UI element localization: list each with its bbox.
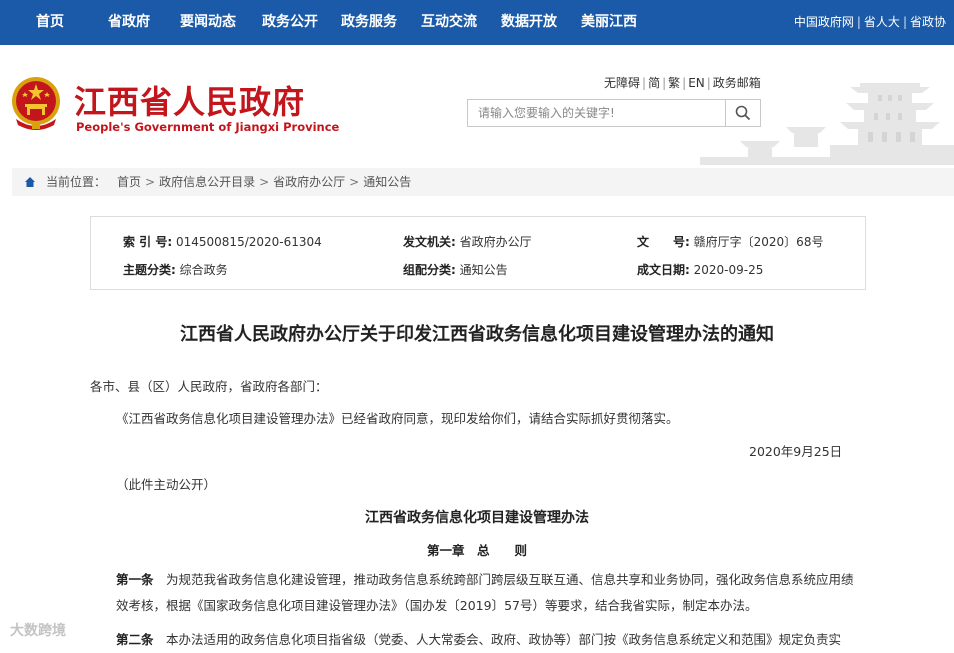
link-traditional[interactable]: 繁 [668, 76, 680, 90]
doc-date: 2020年9月25日 [749, 444, 843, 459]
site-title[interactable]: 江西省人民政府 [74, 77, 305, 123]
article-2-label: 第二条 [116, 632, 154, 647]
location-home-icon [25, 177, 35, 187]
nav-item-beautiful-jiangxi[interactable]: 美丽江西 [581, 0, 637, 45]
meta-category: 组配分类: 通知公告 [403, 261, 508, 278]
national-emblem-icon [12, 77, 60, 130]
document-meta: 索 引 号: 014500815/2020-61304 发文机关: 省政府办公厅… [90, 216, 866, 290]
meta-category-label: 组配分类: [403, 263, 456, 277]
separator: | [856, 15, 861, 29]
link-provincial-cppcc[interactable]: 省政协 [910, 15, 946, 29]
watermark-text: 大数跨境 [10, 623, 66, 639]
site-header: 江西省人民政府 People's Government of Jiangxi P… [0, 45, 954, 165]
nav-item-open-data[interactable]: 数据开放 [501, 0, 557, 45]
search-input[interactable] [468, 100, 726, 126]
site-subtitle: People's Government of Jiangxi Province [76, 120, 340, 134]
doc-salutation: 各市、县（区）人民政府，省政府各部门： [90, 379, 328, 394]
meta-date-label: 成文日期: [637, 263, 690, 277]
meta-topic-value: 综合政务 [179, 263, 228, 277]
meta-date-value: 2020-09-25 [693, 263, 764, 277]
separator: | [662, 76, 667, 90]
document-title: 江西省人民政府办公厅关于印发江西省政务信息化项目建设管理办法的通知 [180, 324, 774, 345]
article-1-text: 为规范我省政务信息化建设管理，推动政务信息系统跨部门跨层级互联互通、信息共享和业… [116, 572, 854, 613]
doc-article-1: 第一条 为规范我省政务信息化建设管理，推动政务信息系统跨部门跨层级互联互通、信息… [116, 567, 861, 619]
nav-item-gov-services[interactable]: 政务服务 [341, 0, 397, 45]
breadcrumb-label: 当前位置： [46, 175, 107, 189]
link-simplified[interactable]: 简 [648, 76, 660, 90]
meta-topic: 主题分类: 综合政务 [123, 261, 228, 278]
doc-chapter-1: 第一章 总 则 [426, 543, 527, 558]
breadcrumb-notices[interactable]: 通知公告 [363, 175, 411, 189]
breadcrumb-separator: > [145, 175, 156, 189]
meta-issuer: 发文机关: 省政府办公厅 [403, 233, 532, 250]
breadcrumb-general-office[interactable]: 省政府办公厅 [273, 175, 345, 189]
link-accessibility[interactable]: 无障碍 [604, 76, 640, 90]
meta-date: 成文日期: 2020-09-25 [637, 261, 763, 278]
nav-item-news[interactable]: 要闻动态 [180, 0, 236, 45]
meta-docno-value: 赣府厅字〔2020〕68号 [693, 235, 824, 249]
meta-topic-label: 主题分类: [123, 263, 176, 277]
breadcrumb-home[interactable]: 首页 [117, 175, 141, 189]
breadcrumb-separator: > [259, 175, 270, 189]
link-china-gov[interactable]: 中国政府网 [794, 15, 854, 29]
separator: | [682, 76, 687, 90]
meta-issuer-label: 发文机关: [403, 235, 456, 249]
article-1-label: 第一条 [116, 572, 154, 587]
top-right-links: 中国政府网 | 省人大 | 省政协 [794, 0, 946, 45]
meta-issuer-value: 省政府办公厅 [459, 235, 532, 249]
meta-docno: 文 号: 赣府厅字〔2020〕68号 [637, 233, 823, 250]
doc-sub-title: 江西省政务信息化项目建设管理办法 [365, 510, 589, 526]
doc-body: 《江西省政务信息化项目建设管理办法》已经省政府同意，现印发给你们，请结合实际抓好… [116, 411, 679, 426]
nav-item-gov-affairs[interactable]: 政务公开 [262, 0, 318, 45]
pavilion-skyline-icon [700, 83, 954, 165]
article-2-text: 本办法适用的政务信息化项目指省级（党委、人大常委会、政府、政协等）部门按《政务信… [153, 632, 842, 647]
watermark: 大数跨境 [10, 620, 66, 640]
breadcrumb-info-catalog[interactable]: 政府信息公开目录 [159, 175, 255, 189]
meta-docno-label: 文 号: [637, 235, 690, 249]
top-nav: 首页 省政府 要闻动态 政务公开 政务服务 互动交流 数据开放 美丽江西 中国政… [0, 0, 954, 45]
separator: | [902, 15, 907, 29]
nav-item-home[interactable]: 首页 [36, 0, 64, 45]
doc-article-2: 第二条 本办法适用的政务信息化项目指省级（党委、人大常委会、政府、政协等）部门按… [116, 627, 861, 653]
meta-index: 索 引 号: 014500815/2020-61304 [123, 233, 322, 250]
nav-item-interaction[interactable]: 互动交流 [421, 0, 477, 45]
breadcrumb-separator: > [349, 175, 360, 189]
meta-index-value: 014500815/2020-61304 [175, 235, 322, 249]
breadcrumb-trail: 首页 > 政府信息公开目录 > 省政府办公厅 > 通知公告 [117, 168, 411, 196]
doc-public-note: （此件主动公开） [116, 477, 217, 492]
breadcrumb: 当前位置： 首页 > 政府信息公开目录 > 省政府办公厅 > 通知公告 [12, 168, 954, 196]
separator: | [642, 76, 647, 90]
nav-item-government[interactable]: 省政府 [108, 0, 150, 45]
meta-category-value: 通知公告 [459, 263, 508, 277]
meta-index-label: 索 引 号: [123, 235, 173, 249]
link-provincial-npc[interactable]: 省人大 [864, 15, 900, 29]
